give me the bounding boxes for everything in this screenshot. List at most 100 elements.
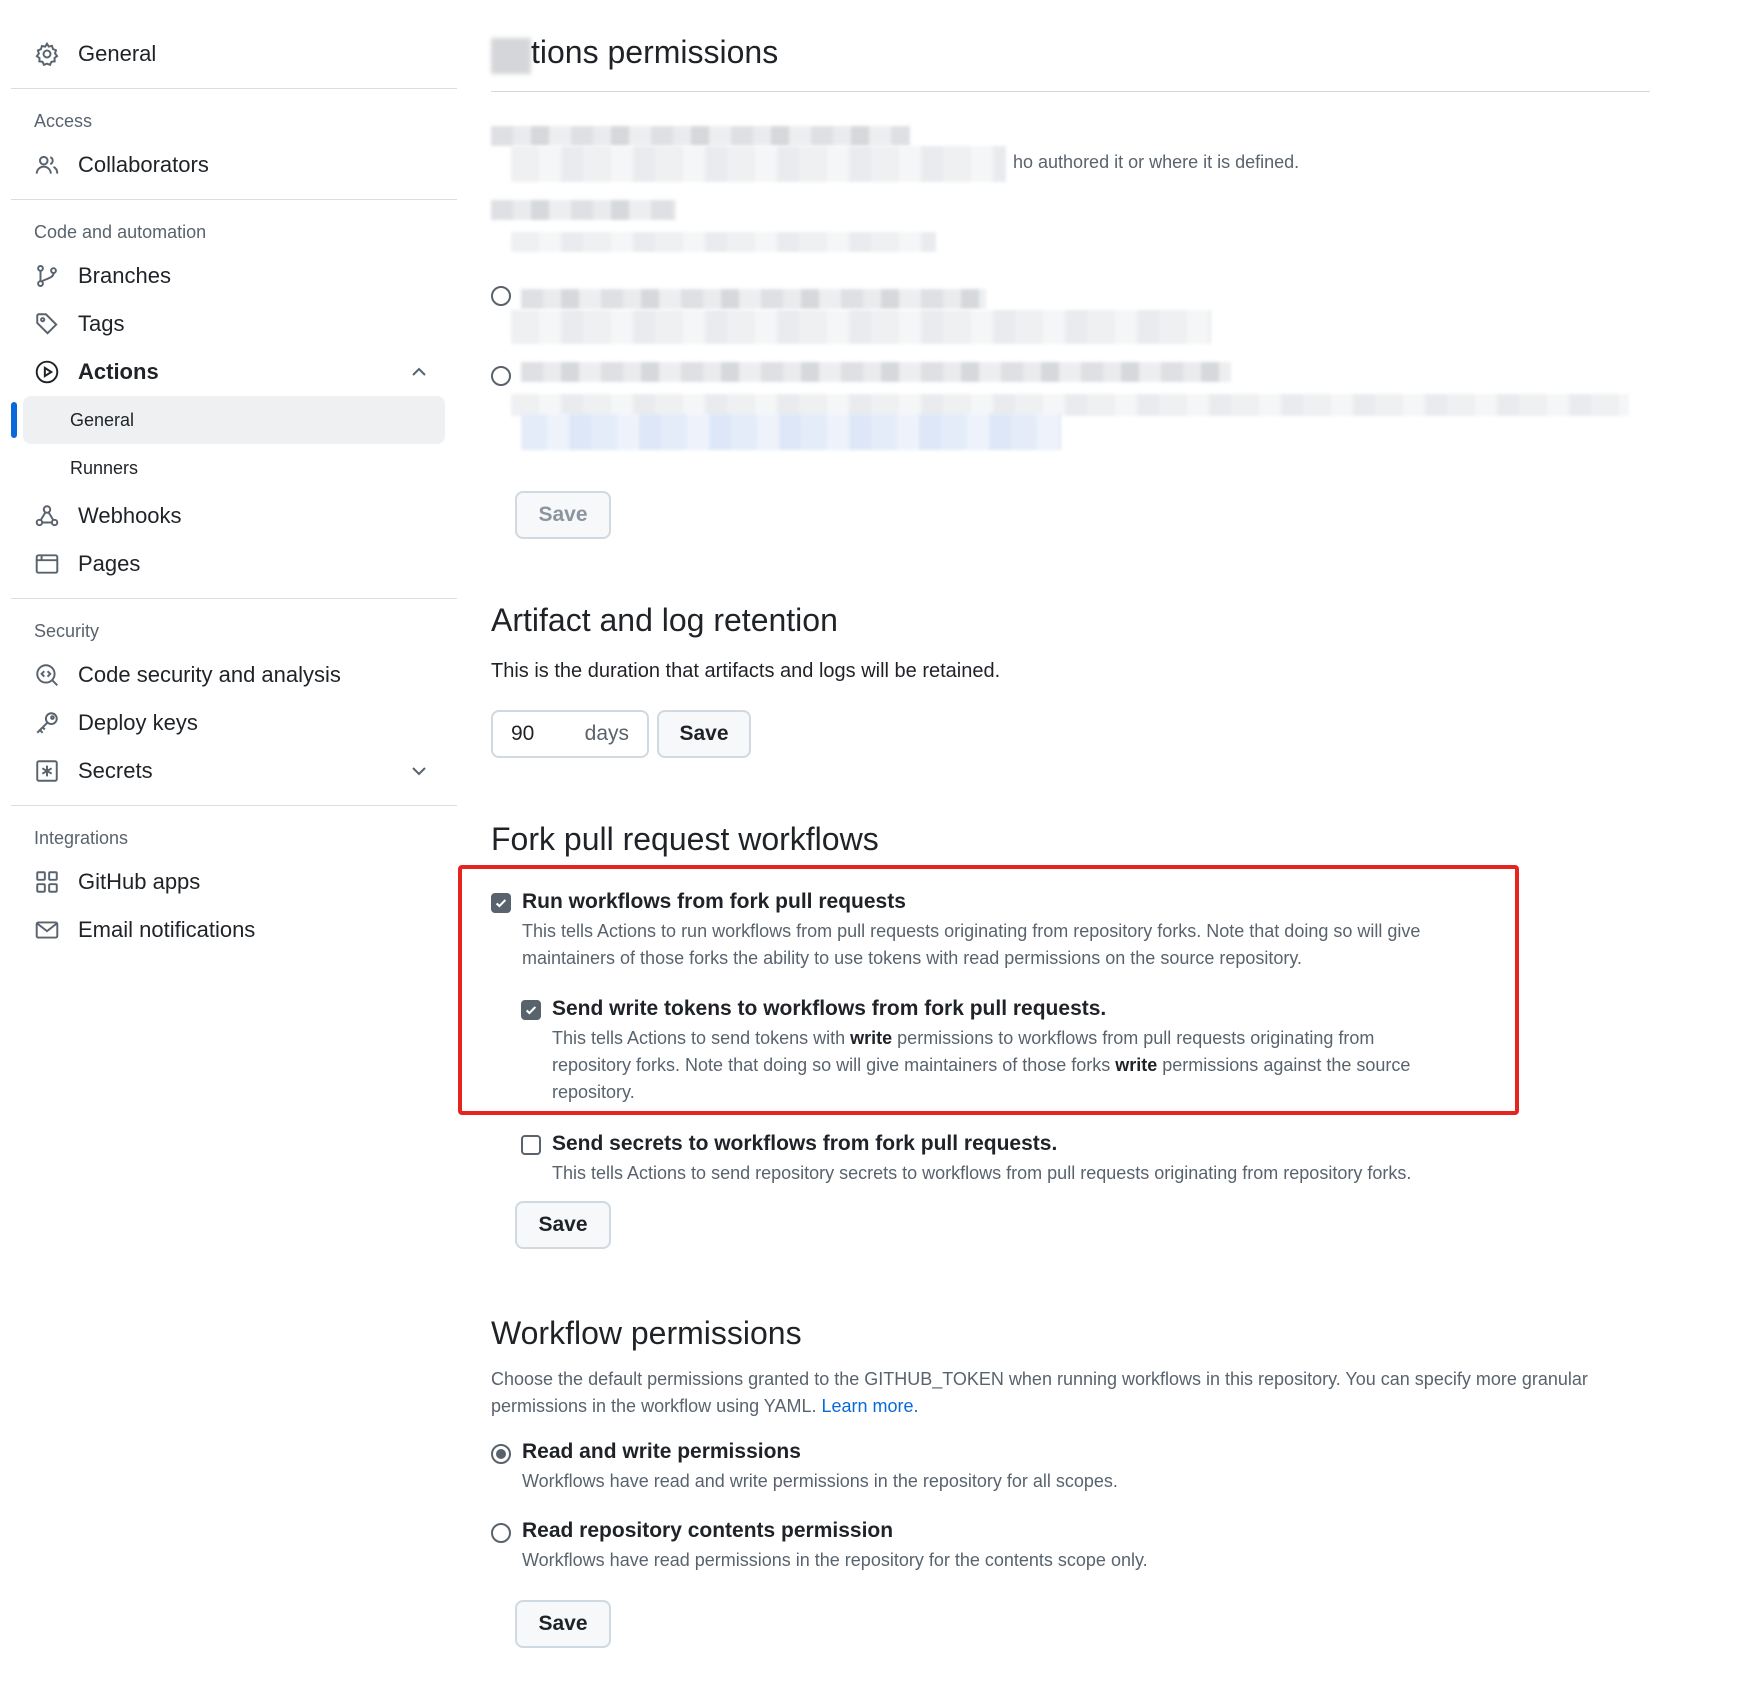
run-fork-workflows-checkbox[interactable] bbox=[491, 893, 511, 913]
sidebar-item-pages[interactable]: Pages bbox=[11, 540, 457, 588]
partial-description: ho authored it or where it is defined. bbox=[1013, 152, 1300, 172]
redacted-block bbox=[491, 200, 676, 220]
retention-days-input[interactable]: 90 days bbox=[491, 710, 649, 758]
chevron-up-icon[interactable] bbox=[407, 360, 431, 384]
sidebar-item-label: Tags bbox=[78, 311, 125, 336]
learn-more-link[interactable]: Learn more. bbox=[821, 1396, 918, 1416]
mail-icon bbox=[34, 917, 60, 943]
description-line: permissions in the workflow using YAML. … bbox=[491, 1393, 1651, 1420]
sidebar-item-label: Email notifications bbox=[78, 917, 256, 942]
radio-button[interactable] bbox=[491, 286, 511, 306]
sidebar-item-label: Webhooks bbox=[78, 503, 182, 528]
gear-icon bbox=[34, 41, 60, 67]
group-heading-security: Security bbox=[34, 620, 100, 641]
option-description: Workflows have read and write permission… bbox=[522, 1471, 1118, 1491]
sidebar-item-email-notifications[interactable]: Email notifications bbox=[11, 906, 457, 954]
sidebar-item-label: General bbox=[78, 41, 157, 66]
save-button[interactable]: Save bbox=[515, 1600, 611, 1648]
text: permissions in the workflow using YAML. bbox=[491, 1396, 822, 1416]
sidebar-item-label: Pages bbox=[78, 551, 141, 576]
option-description: This tells Actions to send tokens with w… bbox=[552, 1025, 1492, 1106]
sidebar-item-label: Secrets bbox=[78, 758, 153, 783]
group-heading-code: Code and automation bbox=[34, 221, 207, 242]
option-label[interactable]: Send write tokens to workflows from fork… bbox=[552, 997, 1106, 1021]
redacted-block bbox=[491, 38, 531, 74]
description-line: repository. bbox=[552, 1082, 635, 1102]
codescan-icon bbox=[34, 662, 60, 688]
redacted-block bbox=[521, 362, 1231, 382]
emphasis: write bbox=[1115, 1055, 1158, 1075]
send-write-tokens-checkbox[interactable] bbox=[521, 1000, 541, 1020]
description-line: repository forks. Note that doing so wil… bbox=[552, 1052, 1492, 1079]
read-contents-radio[interactable] bbox=[491, 1523, 511, 1543]
description-line: maintainers of those forks the ability t… bbox=[522, 948, 1303, 968]
sidebar-item-label: General bbox=[70, 409, 135, 430]
redacted-block bbox=[511, 146, 1006, 182]
option-label[interactable]: Run workflows from fork pull requests bbox=[522, 890, 906, 914]
radio-button[interactable] bbox=[491, 366, 511, 386]
section-title: Workflow permissions bbox=[491, 1315, 802, 1351]
option-label[interactable]: Read and write permissions bbox=[522, 1440, 801, 1464]
sidebar-item-webhooks[interactable]: Webhooks bbox=[11, 492, 457, 540]
sidebar-item-label: Code security and analysis bbox=[78, 662, 341, 687]
sidebar-item-label: Runners bbox=[70, 457, 139, 478]
group-heading-access: Access bbox=[34, 110, 93, 131]
sidebar-item-label: Deploy keys bbox=[78, 710, 198, 735]
chevron-down-icon[interactable] bbox=[407, 759, 431, 783]
sidebar-item-deploy-keys[interactable]: Deploy keys bbox=[11, 699, 457, 747]
save-button[interactable]: Save bbox=[657, 710, 751, 758]
settings-sidebar: General Access Collaborators Code and au… bbox=[11, 30, 457, 954]
sidebar-item-secrets[interactable]: Secrets bbox=[11, 747, 457, 795]
asterisk-box-icon bbox=[34, 758, 60, 784]
text: permissions to workflows from pull reque… bbox=[892, 1028, 1375, 1048]
input-value: 90 bbox=[511, 722, 535, 745]
sidebar-item-label: Branches bbox=[78, 263, 171, 288]
emphasis: write bbox=[850, 1028, 893, 1048]
sidebar-item-tags[interactable]: Tags bbox=[11, 300, 457, 348]
sidebar-item-github-apps[interactable]: GitHub apps bbox=[11, 858, 457, 906]
option-label[interactable]: Send secrets to workflows from fork pull… bbox=[552, 1132, 1057, 1156]
apps-icon bbox=[34, 869, 60, 895]
send-secrets-checkbox[interactable] bbox=[521, 1135, 541, 1155]
section-title: Fork pull request workflows bbox=[491, 821, 879, 857]
option-description: This tells Actions to send repository se… bbox=[552, 1163, 1412, 1183]
option-description: This tells Actions to run workflows from… bbox=[522, 918, 1502, 972]
sidebar-item-collaborators[interactable]: Collaborators bbox=[11, 141, 457, 189]
sidebar-subitem-actions-general[interactable]: General bbox=[11, 396, 445, 444]
divider bbox=[11, 88, 457, 89]
play-circle-icon bbox=[34, 359, 60, 385]
section-title: tions permissions bbox=[531, 34, 779, 70]
group-heading-integrations: Integrations bbox=[34, 827, 129, 848]
redacted-block bbox=[511, 232, 936, 252]
section-description: Choose the default permissions granted t… bbox=[491, 1366, 1651, 1420]
text: This tells Actions to send tokens with bbox=[552, 1028, 851, 1048]
sidebar-item-label: GitHub apps bbox=[78, 869, 201, 894]
key-icon bbox=[34, 710, 60, 736]
branch-icon bbox=[34, 263, 60, 289]
text: repository forks. Note that doing so wil… bbox=[552, 1055, 1116, 1075]
sidebar-item-actions[interactable]: Actions bbox=[11, 348, 457, 396]
save-button[interactable]: Save bbox=[515, 1201, 611, 1249]
sidebar-item-label: Collaborators bbox=[78, 152, 209, 177]
webhook-icon bbox=[34, 503, 60, 529]
redacted-block bbox=[521, 289, 986, 309]
description-line: Choose the default permissions granted t… bbox=[491, 1369, 1588, 1389]
save-button[interactable]: Save bbox=[515, 491, 611, 539]
section-title: Artifact and log retention bbox=[491, 602, 838, 638]
redacted-link-block bbox=[521, 414, 1061, 450]
redacted-block bbox=[491, 126, 910, 146]
read-write-radio[interactable] bbox=[491, 1444, 511, 1464]
description-line: This tells Actions to run workflows from… bbox=[522, 921, 1421, 941]
sidebar-item-code-security[interactable]: Code security and analysis bbox=[11, 651, 457, 699]
sidebar-item-branches[interactable]: Branches bbox=[11, 252, 457, 300]
sidebar-item-general[interactable]: General bbox=[11, 30, 457, 78]
divider bbox=[491, 91, 1650, 92]
sidebar-subitem-actions-runners[interactable]: Runners bbox=[11, 444, 457, 492]
input-unit: days bbox=[584, 722, 629, 745]
redacted-block bbox=[511, 394, 1629, 416]
sidebar-item-label: Actions bbox=[78, 359, 159, 384]
divider bbox=[11, 598, 457, 599]
option-label[interactable]: Read repository contents permission bbox=[522, 1519, 893, 1543]
section-description: This is the duration that artifacts and … bbox=[491, 660, 1001, 682]
browser-icon bbox=[34, 551, 60, 577]
